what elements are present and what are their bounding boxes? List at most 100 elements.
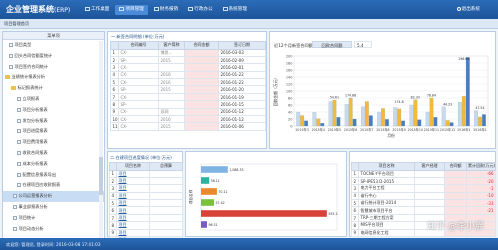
table-row[interactable]: 7 CX- 2016-01-19 [110,92,266,102]
project-link[interactable]: 项目 [116,206,150,215]
main-nav: 工作桌面 项目管理 财务报销 行政办公 系统管理 [81,5,251,15]
table-cell [184,70,219,80]
table-row[interactable]: 11 CX- 2015 2016-01-06 [110,122,266,131]
contracts-table: 合同编号 客户简称 合同金额 签订日期 1 CX- 博思... 2016-03-03 2 SP-… [110,41,266,131]
table-row[interactable]: 5 省行统计项目-2014 -33 [351,199,496,208]
bar [368,115,373,127]
table-row[interactable]: 1 TOCNE-Y平台项目 -66 [351,169,496,178]
project-link[interactable]: 项目 [116,184,150,193]
project-link[interactable]: 项目 [116,176,150,186]
column-header: 客户简称 [158,41,185,50]
sidebar-item[interactable]: 收款合同报表 [3,148,104,159]
logout-button[interactable]: 退出系统 [456,6,480,12]
sidebar-item[interactable]: 项目类型 [3,40,104,51]
y-tick-label: 20 [288,117,292,121]
bar [417,119,422,127]
table-row[interactable]: 9 项目 [109,228,183,238]
table-row[interactable]: 5 CX- 2016 2016-01-22 [110,78,266,87]
data-label: 96.31 [208,223,217,227]
project-link[interactable]: 项目 [116,191,150,201]
table-row[interactable]: 6 SP- 2015 2016-01-20 [110,85,266,94]
progress-title: 二.在建项目进度情况 (单位:万元) [110,155,172,160]
table-cell [149,191,183,201]
sidebar-item[interactable]: 项目进度报表 [3,126,104,137]
sidebar-item[interactable]: 业绩统计报表分析 [3,72,104,83]
project-link[interactable]: 项目 [116,228,150,238]
sidebar-item[interactable]: 项目分析报表 [3,105,104,116]
sidebar-item[interactable]: 在建项目应收款报表 [3,180,104,191]
data-label: 174.8 [395,100,404,104]
table-cell: 5 [351,199,359,208]
scrollbar-thumb[interactable] [99,157,103,195]
project-link[interactable]: 项目 [116,213,150,223]
table-row[interactable]: 6 智慧城市项目平台 -21 [351,206,496,215]
sidebar-item[interactable]: 项目签约合同统计 [3,62,104,73]
table-row[interactable]: 1 项目 [109,169,183,178]
table-row[interactable]: 8 项目 [109,221,183,230]
x-tick-label: 2015年9 [392,127,405,132]
table-cell: 4 [109,191,117,201]
table-row[interactable]: 6 项目 [109,206,183,215]
sidebar-item[interactable]: 公司运营报表分析 [3,191,104,202]
sidebar-item-label: 标记报表统计 [17,85,43,91]
bar [360,106,365,127]
bar [300,115,305,127]
sidebar-item[interactable]: 项目动态分析 [3,224,104,235]
column-header: 合同编号 [118,41,159,50]
table-cell: 2016-01-20 [218,85,266,94]
sidebar-item[interactable]: 项目费用报表 [3,137,104,148]
data-label: 78.84 [427,94,436,98]
table-cell: CX- [118,114,159,124]
table-row[interactable]: 2 项目 [109,176,183,186]
table-row[interactable]: 3 项目 [109,184,183,193]
bar [304,120,309,127]
table-cell: 7 [351,213,359,223]
table-row[interactable]: 2 SP-IPE53.D-2015 -20 [351,176,496,186]
table-row[interactable]: 3 电力平台工程 -1 [351,184,496,193]
bar [397,108,402,127]
table-row[interactable]: 5 项目 [109,199,183,208]
table-cell: 5 [110,78,119,87]
table-cell [149,228,183,238]
nav-item-office[interactable]: 行政办公 [184,5,216,15]
sidebar-item[interactable]: 发包分析报表 [3,116,104,127]
table-row[interactable]: 4 项目 [109,191,183,201]
sidebar-scrollbar[interactable] [99,41,103,238]
file-icon [17,172,21,177]
table-cell: 2016-02-01 [218,63,266,72]
table-row[interactable]: 4 CX- 2016 2016-01-22 [110,70,266,80]
sidebar-item[interactable]: 项目统计 [3,213,104,224]
nav-item-finance[interactable]: 财务报销 [150,5,182,15]
sidebar-item[interactable]: 事业部报表分析 [3,202,104,213]
table-row[interactable]: 4 省行中心 -10 [351,191,496,201]
table-row[interactable]: 3 CX- 2016-02-01 [110,63,266,72]
sidebar-item[interactable]: 标记报表统计 [3,83,104,94]
file-icon [13,194,17,199]
nav-item-workspace[interactable]: 工作桌面 [81,5,113,15]
table-row[interactable]: 7 项目 [109,213,183,223]
nav-item-system[interactable]: 系统管理 [219,5,251,15]
bar [433,117,438,127]
table-row[interactable]: 8 SP- 2016-01-15 [110,100,266,109]
table-row[interactable]: 9 CX- 双网 2016-01-12 [110,107,266,117]
table-row[interactable]: 1 CX- 博思... 2016-03-03 [110,48,266,57]
project-link[interactable]: 项目 [116,169,150,178]
project-link[interactable]: 项目 [116,221,150,230]
sidebar-item[interactable]: 配置信息报表导出 [3,170,104,181]
table-cell: 2016-01-15 [218,100,266,109]
sidebar-item[interactable]: 立项报表 [3,94,104,105]
sidebar-item[interactable]: 成本分析报表 [3,159,104,170]
nav-item-project[interactable]: 项目管理 [115,5,148,15]
sidebar-item[interactable]: 回头合同信额度统计 [3,51,104,62]
table-row[interactable]: 10 CX- 2016 2016-01-12 [110,114,266,124]
project-link[interactable]: 项目 [116,199,150,208]
bar [381,108,385,127]
sidebar-item-label: 项目分析报表 [22,106,48,112]
table-cell: 2016-01-22 [218,78,266,87]
table-row[interactable]: 2 SP- 2015 2016-02-09 [110,55,266,65]
breadcrumb-bar: 项目管理首页 [0,19,498,29]
table-cell: 5 [109,199,117,208]
y-tick-label: 80 [288,96,292,100]
sidebar-item-label: 项目签约合同统计 [14,63,49,69]
bar [445,120,450,127]
